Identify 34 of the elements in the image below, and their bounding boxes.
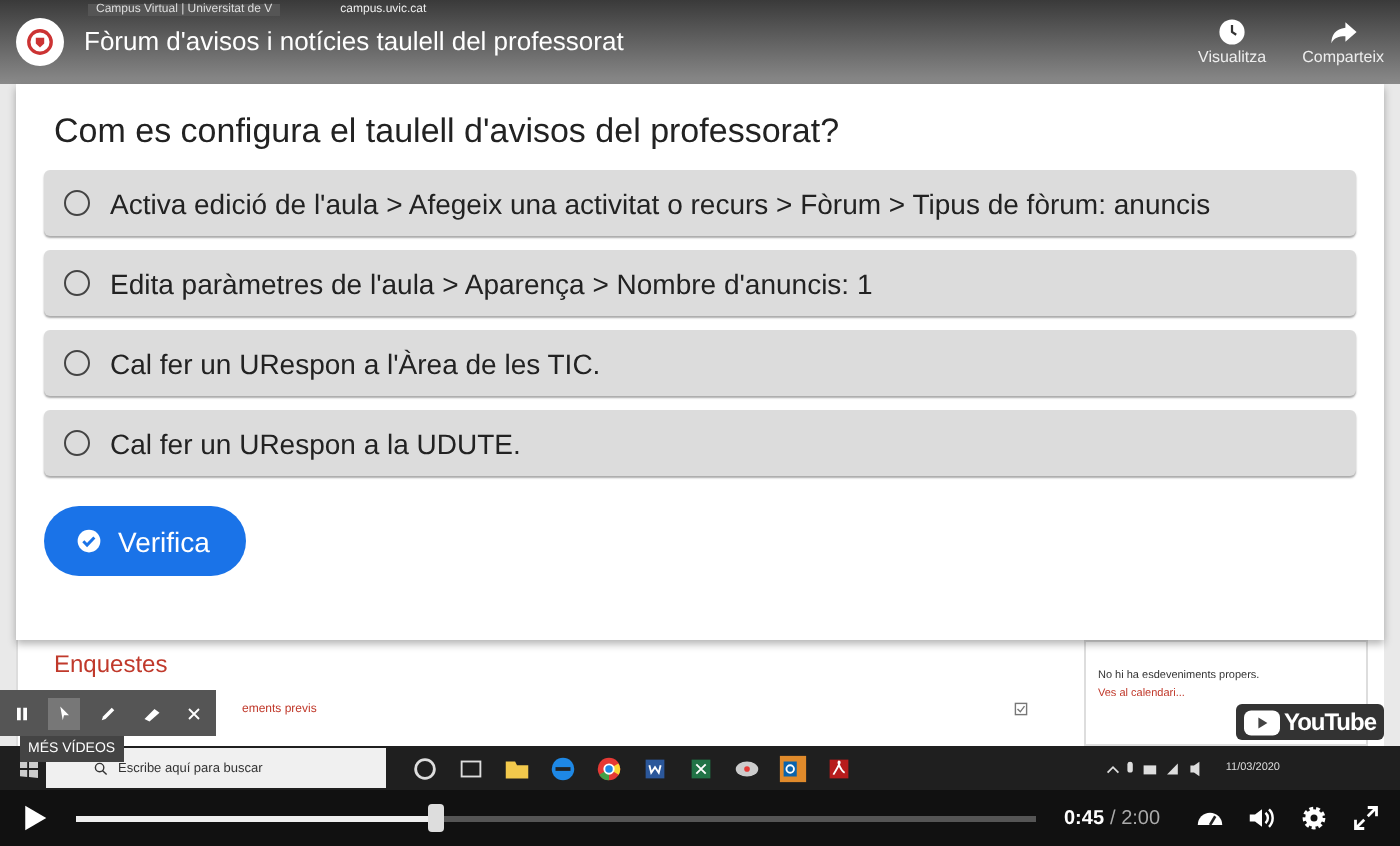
radio-button[interactable] bbox=[64, 430, 90, 456]
check-circle-icon bbox=[76, 528, 102, 554]
action-label[interactable]: Visualitza bbox=[1198, 48, 1267, 66]
clock-icon[interactable] bbox=[1218, 18, 1247, 46]
video-title[interactable]: Fòrum d'avisos i notícies taulell del professorat bbox=[84, 26, 1198, 58]
youtube-logo[interactable]: YouTube bbox=[1235, 704, 1384, 740]
radio-button[interactable] bbox=[64, 190, 90, 216]
fullscreen-icon[interactable] bbox=[1352, 804, 1380, 832]
channel-logo[interactable] bbox=[16, 18, 64, 66]
answer-option[interactable]: Cal fer un URespon a l'Àrea de les TIC. bbox=[44, 330, 1356, 396]
search-icon bbox=[94, 761, 108, 775]
duration-time: / 2:00 bbox=[1110, 807, 1161, 829]
pointer-icon[interactable] bbox=[48, 697, 81, 729]
volume-icon[interactable] bbox=[1248, 804, 1276, 832]
current-time: 0:45 bbox=[1064, 807, 1105, 829]
question-text: Com es configura el taulell d'avisos del professorat? bbox=[54, 112, 840, 152]
play-icon bbox=[1243, 709, 1280, 735]
action-label[interactable]: Comparteix bbox=[1302, 48, 1384, 66]
section-title: Enquestes bbox=[54, 650, 170, 678]
shield-icon bbox=[26, 28, 54, 56]
chrome-icon[interactable] bbox=[594, 753, 624, 783]
radio-button[interactable] bbox=[64, 270, 90, 296]
circle-icon[interactable] bbox=[410, 753, 440, 783]
answer-option[interactable]: Activa edició de l'aula > Afegeix una activitat o recurs > Fòrum > Tipus de fòrum: anuncis bbox=[44, 170, 1356, 236]
share-icon[interactable] bbox=[1329, 18, 1358, 46]
verify-button[interactable]: Verifica bbox=[44, 506, 246, 576]
answer-option[interactable]: Cal fer un URespon a la UDUTE. bbox=[44, 410, 1356, 476]
checkbox-icon bbox=[1014, 702, 1028, 716]
progress-thumb[interactable] bbox=[428, 804, 444, 832]
play-icon[interactable] bbox=[20, 804, 48, 832]
answer-option[interactable]: Edita paràmetres de l'aula > Aparença > Nombre d'anuncis: 1 bbox=[44, 250, 1356, 316]
outlook-icon[interactable] bbox=[778, 753, 808, 783]
radio-button[interactable] bbox=[64, 350, 90, 376]
settings-icon[interactable] bbox=[1300, 804, 1328, 832]
